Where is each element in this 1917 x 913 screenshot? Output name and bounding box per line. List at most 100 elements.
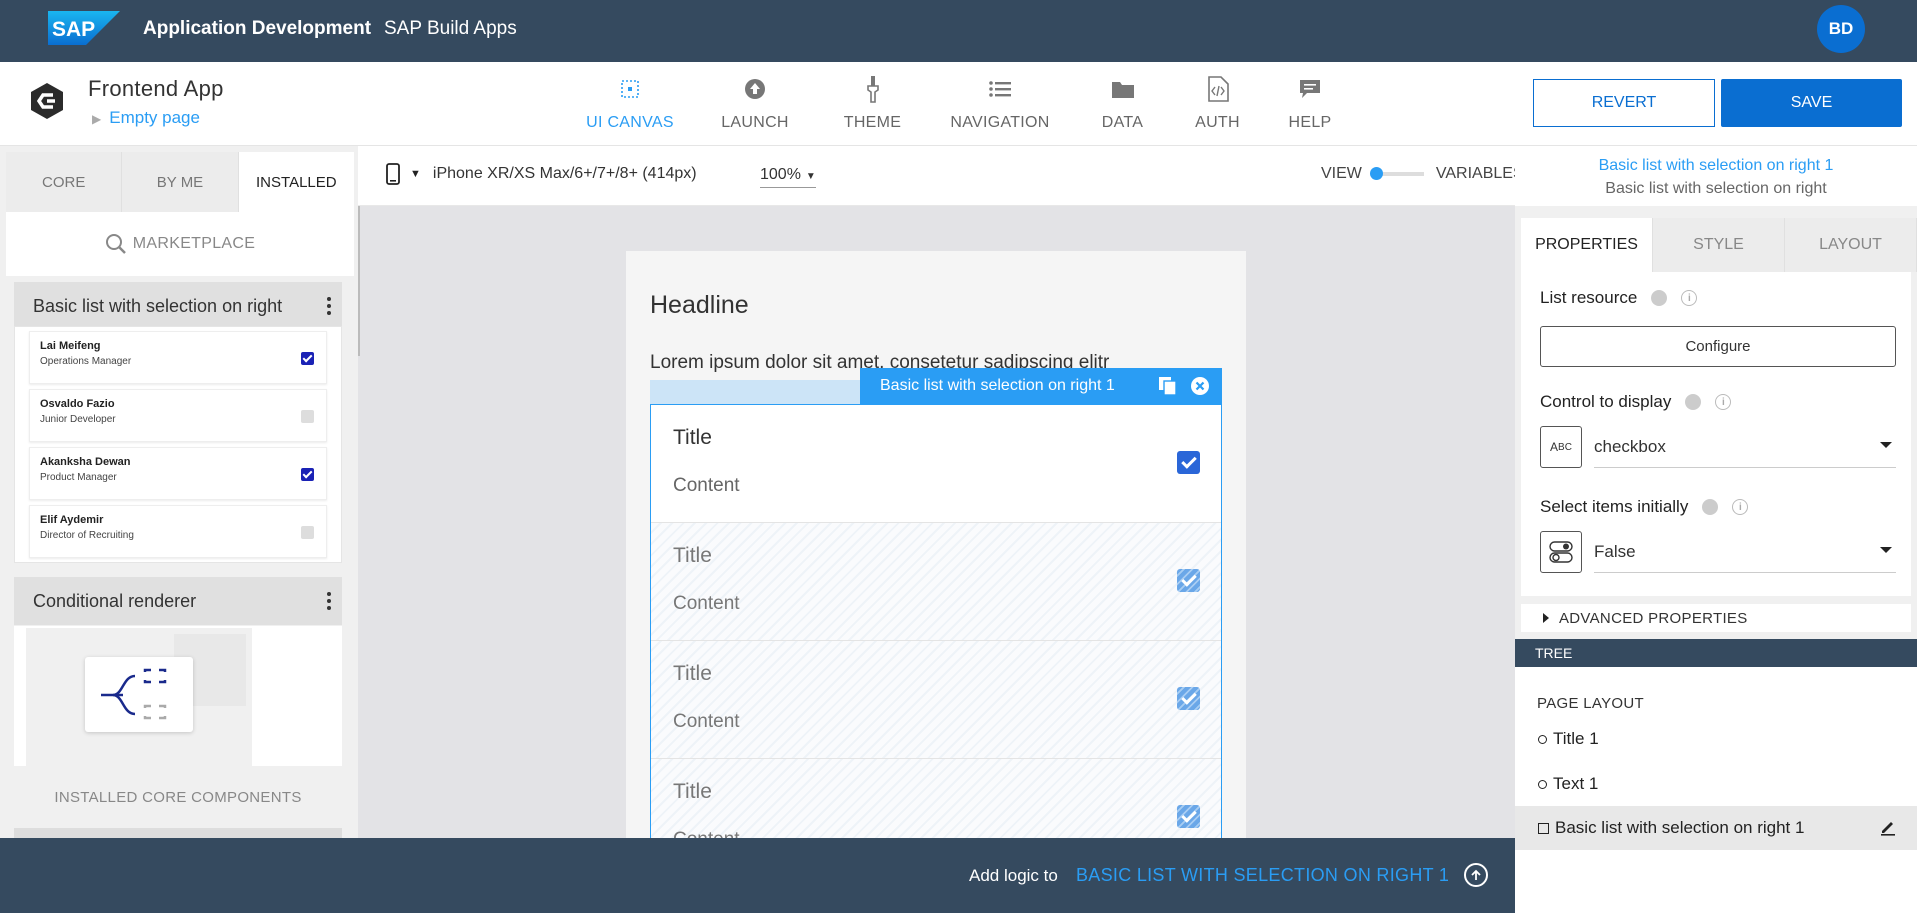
toggle-knob[interactable] (1369, 167, 1383, 180)
view-variables-toggle[interactable]: VIEW VARIABLES (1321, 165, 1524, 183)
list-item[interactable]: Title Content (651, 641, 1221, 759)
device-selector[interactable]: ▼ iPhone XR/XS Max/6+/7+/8+ (414px) (386, 163, 697, 185)
checkbox-checked-icon[interactable] (1177, 451, 1200, 474)
selection-tools (1158, 376, 1210, 396)
avatar[interactable]: BD (1817, 5, 1865, 53)
selection-tag[interactable]: Basic list with selection on right 1 (860, 368, 1222, 404)
preview-role: Director of Recruiting (40, 530, 134, 541)
selected-component-name[interactable]: Basic list with selection on right 1 (1515, 157, 1917, 175)
more-options-icon[interactable] (326, 589, 332, 613)
tab-label: UI CANVAS (586, 114, 674, 131)
basic-list-preview[interactable]: Lai Meifeng Operations Manager Osvaldo F… (14, 326, 342, 563)
edit-icon[interactable] (1879, 818, 1897, 836)
tab-properties[interactable]: PROPERTIES (1521, 218, 1653, 272)
tree-item-basic-list[interactable]: Basic list with selection on right 1 (1515, 806, 1917, 850)
checkbox-unchecked-icon (301, 410, 314, 423)
info-icon[interactable]: i (1681, 290, 1698, 306)
tab-label: LAUNCH (721, 114, 789, 131)
tab-data[interactable]: DATA (1075, 74, 1170, 132)
page-selector[interactable]: ▶ Empty page (92, 108, 200, 128)
toggle-switch[interactable] (1369, 167, 1424, 180)
list-item-content: Content (673, 711, 740, 732)
more-options-icon[interactable] (326, 294, 332, 318)
info-icon[interactable]: i (1732, 499, 1749, 515)
folder-icon (1111, 74, 1135, 104)
page-layout-label: PAGE LAYOUT (1537, 695, 1644, 712)
tab-installed[interactable]: INSTALLED (238, 152, 354, 212)
tab-theme[interactable]: THEME (820, 74, 925, 132)
tab-by-me[interactable]: BY ME (122, 152, 239, 212)
preview-list-item: Elif Aydemir Director of Recruiting (29, 505, 327, 558)
save-button[interactable]: SAVE (1721, 79, 1902, 127)
logic-target-name[interactable]: BASIC LIST WITH SELECTION ON RIGHT 1 (1076, 865, 1449, 886)
preview-list-item: Akanksha Dewan Product Manager (29, 447, 327, 500)
sap-logo[interactable]: SAP (48, 11, 120, 45)
main-nav: UI CANVAS LAUNCH THEME NAVIGATION DATA A… (570, 74, 1355, 132)
basic-list-component[interactable]: Title Content Title Content Title Conten… (650, 404, 1222, 838)
checkbox-checked-icon[interactable] (1177, 569, 1200, 592)
tree-item-label: Title 1 (1553, 729, 1599, 748)
revert-button[interactable]: REVERT (1533, 79, 1715, 127)
list-item-title: Title (673, 544, 712, 567)
chevron-up-icon[interactable] (1464, 863, 1488, 887)
configure-button[interactable]: Configure (1540, 326, 1896, 367)
list-item[interactable]: Title Content (651, 405, 1221, 523)
close-icon[interactable] (1190, 376, 1210, 396)
select-items-initially-select[interactable]: False (1540, 531, 1896, 573)
tab-launch[interactable]: LAUNCH (690, 74, 820, 132)
info-icon[interactable]: i (1715, 394, 1732, 410)
tree-header[interactable]: TREE (1515, 639, 1917, 667)
tree-item-text-1[interactable]: Text 1 (1515, 762, 1917, 806)
component-title: Basic list with selection on right (33, 295, 283, 316)
control-to-display-select[interactable]: ABC checkbox (1540, 426, 1896, 468)
tab-auth[interactable]: AUTH (1170, 74, 1265, 132)
page-name: Empty page (109, 108, 200, 127)
ui-canvas[interactable]: Headline Lorem ipsum dolor sit amet, con… (358, 206, 1515, 838)
next-component-header (14, 828, 342, 838)
tree-item-title-1[interactable]: Title 1 (1515, 717, 1917, 761)
preview-list-item: Lai Meifeng Operations Manager (29, 331, 327, 384)
tab-core[interactable]: CORE (6, 152, 123, 212)
conditional-renderer-preview[interactable] (14, 626, 342, 768)
app-name: Frontend App (88, 76, 224, 101)
tab-ui-canvas[interactable]: UI CANVAS (570, 74, 690, 132)
zoom-select[interactable]: 100% ▼ (760, 166, 816, 188)
caret-right-icon: ▶ (92, 112, 102, 126)
component-conditional-renderer[interactable]: Conditional renderer (14, 577, 342, 625)
tab-navigation[interactable]: NAVIGATION (925, 74, 1075, 132)
circle-icon (1538, 734, 1547, 744)
chat-icon (1299, 74, 1321, 104)
installed-core-components-link[interactable]: INSTALLED CORE COMPONENTS (14, 789, 342, 806)
component-basic-list[interactable]: Basic list with selection on right (14, 282, 342, 330)
chevron-down-icon: ▼ (805, 171, 816, 182)
binding-icon[interactable] (1685, 394, 1702, 410)
headline-text[interactable]: Headline (650, 291, 749, 320)
logic-bar[interactable]: Add logic to BASIC LIST WITH SELECTION O… (0, 838, 1515, 913)
checkbox-checked-icon[interactable] (1177, 805, 1200, 828)
checkbox-checked-icon[interactable] (1177, 687, 1200, 710)
duplicate-icon[interactable] (1158, 376, 1178, 396)
canvas-scrollbar[interactable] (358, 206, 360, 356)
properties-tabs: PROPERTIES STYLE LAYOUT (1521, 218, 1917, 272)
control-select-field[interactable]: checkbox (1594, 426, 1896, 468)
property-label: Control to display (1540, 392, 1672, 411)
binding-icon[interactable] (1702, 499, 1719, 515)
preview-role: Junior Developer (40, 414, 116, 425)
properties-form: List resource i Configure Control to dis… (1521, 272, 1911, 596)
list-item[interactable]: Title Content (651, 523, 1221, 641)
list-item-content: Content (673, 475, 740, 496)
tab-help[interactable]: HELP (1265, 74, 1355, 132)
list-item[interactable]: Title Content (651, 759, 1221, 838)
select-items-field[interactable]: False (1594, 531, 1896, 573)
tab-style[interactable]: STYLE (1653, 218, 1785, 272)
marketplace-button[interactable]: MARKETPLACE (6, 212, 354, 276)
list-item-content: Content (673, 593, 740, 614)
advanced-properties-toggle[interactable]: ADVANCED PROPERTIES (1521, 596, 1911, 632)
binding-icon[interactable] (1651, 290, 1668, 306)
control-select-value: checkbox (1594, 436, 1666, 456)
shell-app-title[interactable]: Application Development (143, 18, 371, 40)
phone-icon (386, 163, 400, 185)
tab-layout[interactable]: LAYOUT (1785, 218, 1917, 272)
canvas-toolbar: ▼ iPhone XR/XS Max/6+/7+/8+ (414px) 100%… (358, 146, 1524, 206)
device-name: iPhone XR/XS Max/6+/7+/8+ (414px) (432, 165, 697, 182)
